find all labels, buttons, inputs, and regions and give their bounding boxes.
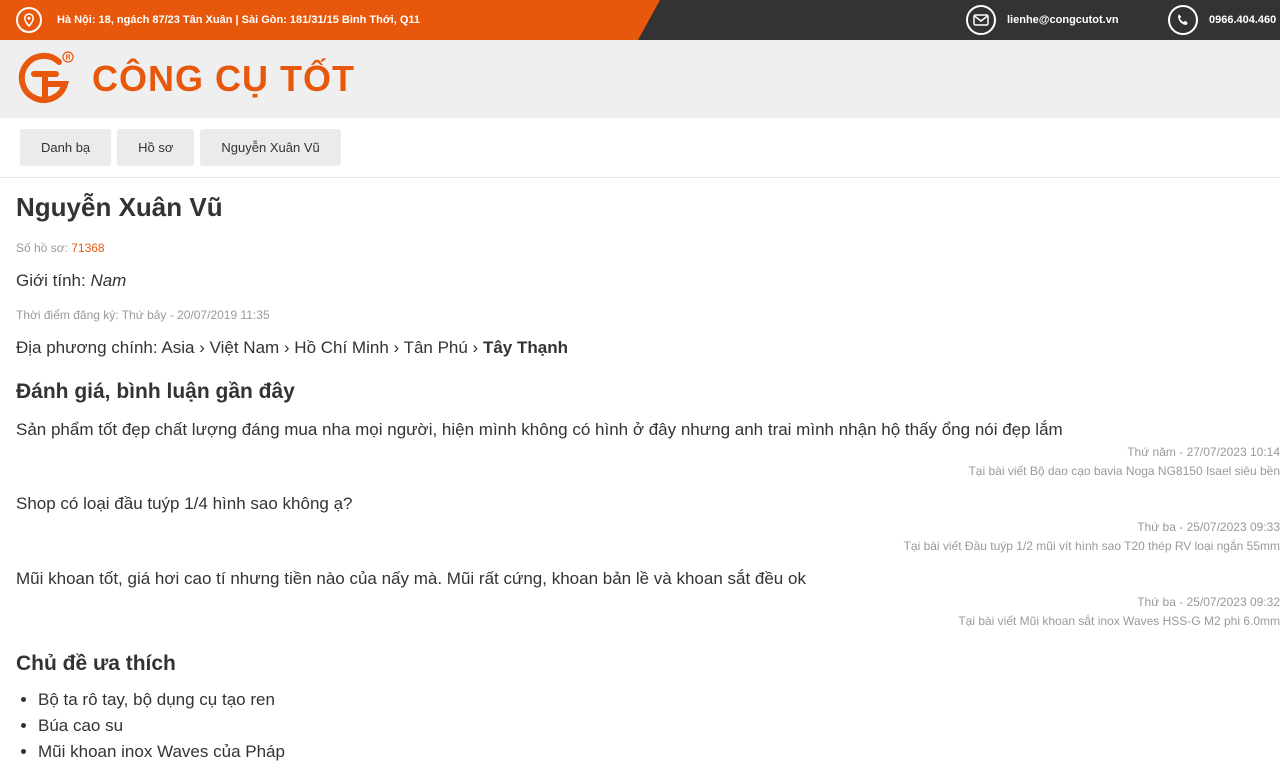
svg-text:R: R (65, 55, 70, 62)
profile-number-value: 71368 (71, 241, 105, 255)
review-post-link[interactable]: Tại bài viết Mũi khoan sắt inox Waves HS… (958, 614, 1280, 628)
map-pin-icon (16, 7, 42, 33)
store-address: Hà Nội: 18, ngách 87/23 Tân Xuân | Sài G… (16, 7, 420, 33)
mail-icon (966, 5, 996, 35)
list-item[interactable]: Búa cao su (38, 713, 285, 739)
site-header: R CÔNG CỤ TỐT (0, 40, 1280, 118)
contact-email[interactable]: lienhe@congcutot.vn (966, 5, 1119, 35)
logo-text: CÔNG CỤ TỐT (92, 58, 355, 99)
favorite-topics-heading: Chủ đề ưa thích (16, 652, 176, 675)
header-divider (0, 177, 1280, 178)
location-ward: Tây Thạnh (482, 338, 568, 357)
main-location: Địa phương chính: Asia › Việt Nam › Hồ C… (16, 338, 568, 358)
location-path: Asia › Việt Nam › Hồ Chí Minh › Tân Phú … (161, 338, 483, 357)
gender-label: Giới tính: (16, 271, 91, 290)
review-text: Sản phẩm tốt đẹp chất lượng đáng mua nha… (16, 420, 1063, 439)
review-time: Thứ ba - 25/07/2023 09:32 (1137, 595, 1280, 609)
logo-mark-icon: R (18, 51, 74, 103)
phone-icon (1168, 5, 1198, 35)
phone-link[interactable]: 0966.404.460 (1209, 14, 1276, 26)
review-time: Thứ ba - 25/07/2023 09:33 (1137, 520, 1280, 534)
page-title: Nguyễn Xuân Vũ (16, 192, 223, 222)
favorite-topics-list: Bộ ta rô tay, bộ dụng cụ tạo ren Búa cao… (38, 687, 285, 765)
site-logo[interactable]: R CÔNG CỤ TỐT (16, 50, 355, 108)
address-text: Hà Nội: 18, ngách 87/23 Tân Xuân | Sài G… (57, 14, 421, 26)
email-link[interactable]: lienhe@congcutot.vn (1007, 14, 1119, 26)
review-text: Mũi khoan tốt, giá hơi cao tí nhưng tiền… (16, 569, 806, 588)
location-label: Địa phương chính: (16, 338, 162, 357)
registration-time: Thời điểm đăng ký: Thứ bảy - 20/07/2019 … (16, 308, 270, 322)
review-time: Thứ năm - 27/07/2023 10:14 (1127, 445, 1280, 459)
profile-number-label: Số hồ sơ: (16, 241, 72, 255)
review-post-link[interactable]: Tại bài viết Đầu tuýp 1/2 mũi vít hình s… (904, 539, 1280, 553)
breadcrumb-item-profiles[interactable]: Hồ sơ (117, 129, 195, 166)
breadcrumb-item-directory[interactable]: Danh bạ (20, 129, 112, 166)
gender: Giới tính: Nam (16, 271, 126, 291)
list-item[interactable]: Bộ ta rô tay, bộ dụng cụ tạo ren (38, 687, 285, 713)
breadcrumb-item-current[interactable]: Nguyễn Xuân Vũ (200, 129, 341, 166)
list-item[interactable]: Mũi khoan inox Waves của Pháp (38, 739, 285, 765)
top-bar: Hà Nội: 18, ngách 87/23 Tân Xuân | Sài G… (0, 0, 1280, 40)
profile-number: Số hồ sơ: 71368 (16, 241, 105, 255)
contact-phone[interactable]: 0966.404.460 (1168, 5, 1276, 35)
breadcrumb: Danh bạ Hồ sơ Nguyễn Xuân Vũ (20, 129, 341, 166)
gender-value: Nam (90, 271, 127, 290)
review-post-link[interactable]: Tại bài viết Bộ dao cạo bavia Noga NG815… (968, 464, 1280, 478)
review-text: Shop có loại đầu tuýp 1/4 hình sao không… (16, 494, 353, 513)
reviews-heading: Đánh giá, bình luận gần đây (16, 380, 295, 403)
